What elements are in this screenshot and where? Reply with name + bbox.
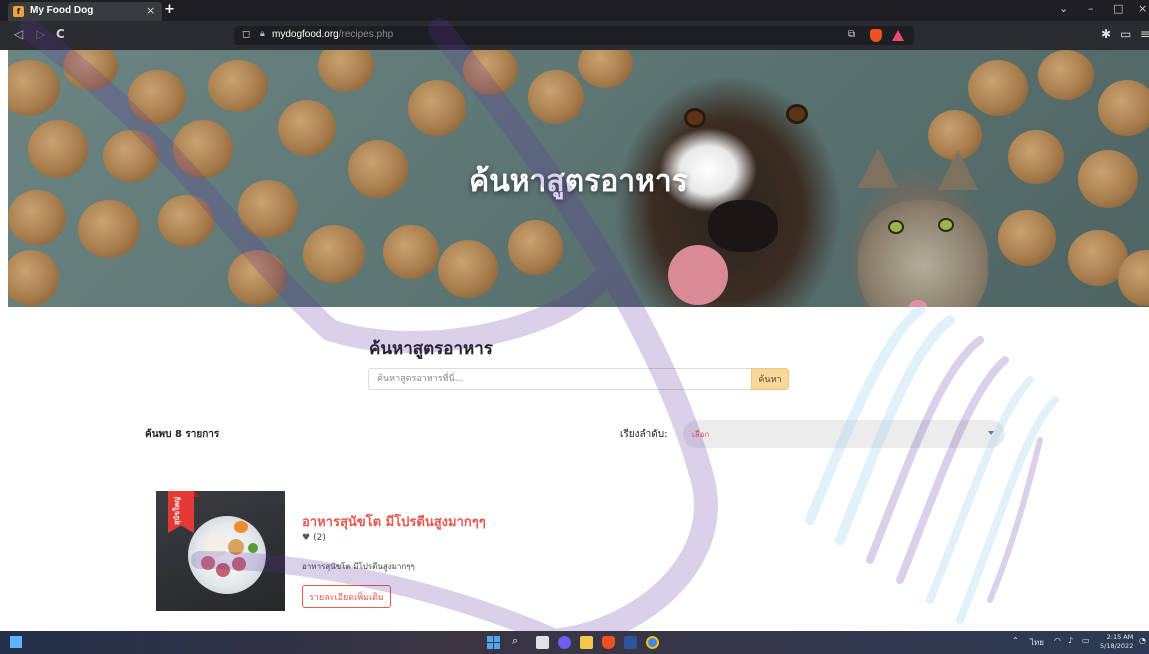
heart-icon[interactable]: ♥: [302, 533, 310, 543]
brave-shields-icon[interactable]: [870, 29, 882, 42]
recipe-card: สุนัขใหญ่ อาหารสุนัขโต มีโปรตีนสูงมากๆๆ …: [156, 491, 656, 613]
recipe-like-count: (2): [313, 533, 326, 543]
tray-chevron-icon[interactable]: ⌃: [1012, 636, 1019, 645]
recipe-image[interactable]: สุนัขใหญ่: [156, 491, 285, 611]
language-indicator[interactable]: ไทย: [1030, 636, 1044, 649]
recipe-search-input[interactable]: [368, 368, 752, 390]
sort-selected-value: เลือก: [692, 430, 710, 439]
notification-icon[interactable]: ◔: [1139, 636, 1146, 645]
sort-label: เรียงลำดับ:: [620, 429, 668, 440]
results-count: ค้นพบ 8 รายการ: [145, 429, 220, 440]
url-domain: mydogfood.org: [272, 29, 339, 40]
widgets-icon[interactable]: [10, 636, 22, 648]
recipe-badge: สุนัขใหญ่: [168, 491, 194, 533]
start-button-icon[interactable]: [487, 636, 500, 649]
reload-button[interactable]: C: [56, 27, 65, 41]
recipe-likes[interactable]: ♥ (2): [302, 533, 326, 543]
search-section-title: ค้นหาสูตรอาหาร: [369, 339, 493, 359]
taskbar-clock[interactable]: 2:15 AM 5/18/2022: [1100, 633, 1133, 651]
brave-rewards-icon[interactable]: [892, 30, 904, 41]
file-explorer-icon[interactable]: [580, 636, 593, 649]
wifi-icon[interactable]: ◠: [1054, 636, 1061, 645]
url-text: mydogfood.org/recipes.php: [272, 29, 393, 40]
recipe-description: อาหารสุนัขโต มีโปรตีนสูงมากๆๆ: [302, 562, 415, 571]
bookmark-icon[interactable]: ◻: [242, 29, 250, 40]
hero-banner: ค้นหาสูตรอาหาร: [8, 50, 1149, 307]
url-field[interactable]: ◻ 🔒︎ mydogfood.org/recipes.php ⧉: [234, 26, 914, 45]
window-close-button[interactable]: ×: [1138, 2, 1147, 15]
tab-close-icon[interactable]: ×: [146, 4, 155, 17]
share-icon[interactable]: ⧉: [848, 29, 855, 40]
teams-icon[interactable]: [558, 636, 571, 649]
browser-tab-bar: f My Food Dog × + ⌄ – □ ×: [0, 0, 1149, 21]
search-button[interactable]: ค้นหา: [751, 368, 789, 390]
extensions-icon[interactable]: ✱: [1101, 27, 1111, 41]
battery-icon[interactable]: ▭: [1082, 636, 1090, 645]
task-view-icon[interactable]: [536, 636, 549, 649]
search-icon[interactable]: ⌕: [512, 634, 518, 648]
recipe-details-button[interactable]: รายละเอียดเพิ่มเติม: [302, 585, 391, 608]
sort-select[interactable]: เลือก: [683, 420, 1005, 448]
window-restore-button[interactable]: □: [1113, 2, 1123, 15]
hero-title: ค้นหาสูตรอาหาร: [469, 164, 688, 199]
browser-tab[interactable]: f My Food Dog ×: [8, 2, 162, 21]
food-bowl: [188, 516, 266, 594]
chrome-icon[interactable]: [646, 636, 659, 649]
browser-address-bar: ◁ ▷ C ◻ 🔒︎ mydogfood.org/recipes.php ⧉ ✱…: [0, 21, 1149, 50]
forward-button[interactable]: ▷: [36, 27, 45, 41]
menu-icon[interactable]: ≡: [1140, 27, 1149, 41]
sidebar-icon[interactable]: ▭: [1120, 27, 1131, 41]
back-button[interactable]: ◁: [14, 27, 23, 41]
window-minimize-button[interactable]: –: [1088, 2, 1094, 15]
site-favicon-icon: f: [13, 6, 24, 17]
lock-icon[interactable]: 🔒︎: [260, 29, 265, 39]
clock-time: 2:15 AM: [1106, 633, 1134, 641]
tab-title: My Food Dog: [30, 5, 94, 16]
url-path: /recipes.php: [338, 29, 394, 40]
recipe-title-link[interactable]: อาหารสุนัขโต มีโปรตีนสูงมากๆๆ: [302, 511, 486, 532]
tab-search-dropdown-icon[interactable]: ⌄: [1059, 2, 1068, 15]
word-icon[interactable]: [624, 636, 637, 649]
clock-date: 5/18/2022: [1100, 642, 1134, 650]
recipe-badge-text: สุนัขใหญ่: [173, 497, 181, 525]
new-tab-button[interactable]: +: [164, 2, 175, 17]
brave-browser-icon[interactable]: [602, 636, 615, 649]
chevron-down-icon: [988, 431, 994, 435]
windows-taskbar: ⌕ ⌃ ไทย ◠ ♪ ▭ 2:15 AM 5/18/2022 ◔: [0, 631, 1149, 654]
volume-icon[interactable]: ♪: [1068, 636, 1073, 645]
